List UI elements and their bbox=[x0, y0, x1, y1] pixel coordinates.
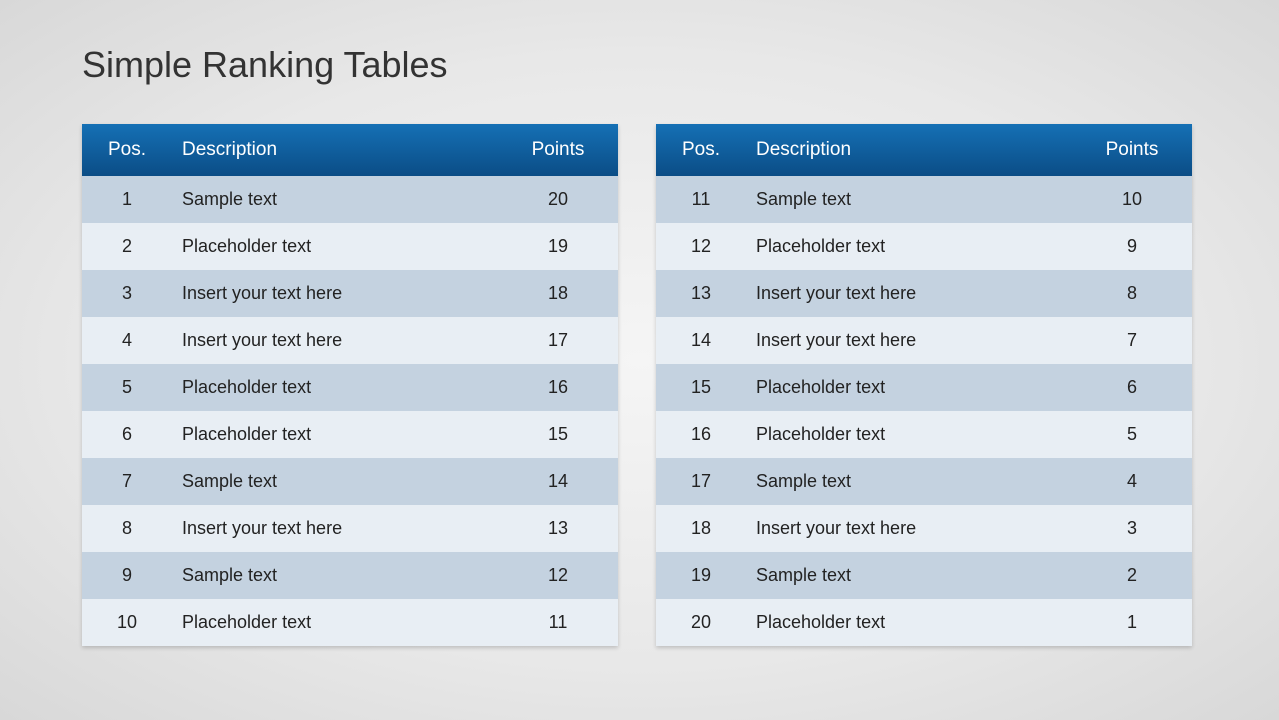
table-row: 14Insert your text here7 bbox=[656, 317, 1192, 364]
table-row: 11Sample text10 bbox=[656, 176, 1192, 223]
cell-desc: Sample text bbox=[746, 565, 1072, 586]
cell-desc: Sample text bbox=[172, 189, 498, 210]
cell-points: 18 bbox=[498, 283, 618, 304]
cell-pos: 7 bbox=[82, 471, 172, 492]
cell-points: 11 bbox=[498, 612, 618, 633]
cell-points: 7 bbox=[1072, 330, 1192, 351]
header-points: Points bbox=[1072, 139, 1192, 161]
cell-pos: 16 bbox=[656, 424, 746, 445]
cell-pos: 5 bbox=[82, 377, 172, 398]
table-row: 3Insert your text here18 bbox=[82, 270, 618, 317]
header-pos: Pos. bbox=[82, 139, 172, 161]
table-row: 10Placeholder text11 bbox=[82, 599, 618, 646]
cell-desc: Placeholder text bbox=[746, 377, 1072, 398]
cell-pos: 2 bbox=[82, 236, 172, 257]
table-row: 16Placeholder text5 bbox=[656, 411, 1192, 458]
table-row: 8Insert your text here13 bbox=[82, 505, 618, 552]
cell-desc: Sample text bbox=[746, 189, 1072, 210]
cell-points: 5 bbox=[1072, 424, 1192, 445]
table-row: 5Placeholder text16 bbox=[82, 364, 618, 411]
cell-desc: Insert your text here bbox=[172, 283, 498, 304]
cell-points: 17 bbox=[498, 330, 618, 351]
tables-container: Pos. Description Points 1Sample text20 2… bbox=[82, 124, 1192, 646]
cell-points: 15 bbox=[498, 424, 618, 445]
cell-desc: Placeholder text bbox=[172, 377, 498, 398]
table-row: 6Placeholder text15 bbox=[82, 411, 618, 458]
cell-points: 9 bbox=[1072, 236, 1192, 257]
cell-points: 14 bbox=[498, 471, 618, 492]
table-row: 2Placeholder text19 bbox=[82, 223, 618, 270]
cell-pos: 8 bbox=[82, 518, 172, 539]
cell-pos: 14 bbox=[656, 330, 746, 351]
cell-pos: 6 bbox=[82, 424, 172, 445]
header-desc: Description bbox=[746, 139, 1072, 161]
table-row: 13Insert your text here8 bbox=[656, 270, 1192, 317]
cell-points: 3 bbox=[1072, 518, 1192, 539]
cell-pos: 18 bbox=[656, 518, 746, 539]
cell-points: 8 bbox=[1072, 283, 1192, 304]
table-header: Pos. Description Points bbox=[82, 124, 618, 176]
cell-pos: 10 bbox=[82, 612, 172, 633]
table-row: 18Insert your text here3 bbox=[656, 505, 1192, 552]
cell-points: 10 bbox=[1072, 189, 1192, 210]
table-header: Pos. Description Points bbox=[656, 124, 1192, 176]
cell-pos: 12 bbox=[656, 236, 746, 257]
cell-pos: 19 bbox=[656, 565, 746, 586]
table-row: 20Placeholder text1 bbox=[656, 599, 1192, 646]
table-row: 7Sample text14 bbox=[82, 458, 618, 505]
slide-title: Simple Ranking Tables bbox=[82, 44, 448, 86]
cell-points: 16 bbox=[498, 377, 618, 398]
cell-desc: Insert your text here bbox=[172, 518, 498, 539]
cell-desc: Placeholder text bbox=[172, 612, 498, 633]
cell-points: 1 bbox=[1072, 612, 1192, 633]
cell-pos: 1 bbox=[82, 189, 172, 210]
ranking-table-left: Pos. Description Points 1Sample text20 2… bbox=[82, 124, 618, 646]
cell-desc: Insert your text here bbox=[746, 330, 1072, 351]
table-row: 9Sample text12 bbox=[82, 552, 618, 599]
cell-pos: 11 bbox=[656, 189, 746, 210]
table-row: 17Sample text4 bbox=[656, 458, 1192, 505]
cell-pos: 17 bbox=[656, 471, 746, 492]
cell-desc: Sample text bbox=[172, 471, 498, 492]
cell-desc: Sample text bbox=[172, 565, 498, 586]
cell-pos: 13 bbox=[656, 283, 746, 304]
table-row: 4Insert your text here17 bbox=[82, 317, 618, 364]
cell-points: 4 bbox=[1072, 471, 1192, 492]
table-row: 1Sample text20 bbox=[82, 176, 618, 223]
table-row: 12Placeholder text9 bbox=[656, 223, 1192, 270]
header-desc: Description bbox=[172, 139, 498, 161]
cell-points: 13 bbox=[498, 518, 618, 539]
cell-pos: 20 bbox=[656, 612, 746, 633]
cell-pos: 4 bbox=[82, 330, 172, 351]
cell-pos: 15 bbox=[656, 377, 746, 398]
cell-desc: Insert your text here bbox=[746, 283, 1072, 304]
cell-desc: Placeholder text bbox=[172, 236, 498, 257]
cell-desc: Sample text bbox=[746, 471, 1072, 492]
cell-points: 2 bbox=[1072, 565, 1192, 586]
cell-points: 6 bbox=[1072, 377, 1192, 398]
cell-points: 12 bbox=[498, 565, 618, 586]
ranking-table-right: Pos. Description Points 11Sample text10 … bbox=[656, 124, 1192, 646]
cell-desc: Insert your text here bbox=[172, 330, 498, 351]
table-row: 15Placeholder text6 bbox=[656, 364, 1192, 411]
table-row: 19Sample text2 bbox=[656, 552, 1192, 599]
header-points: Points bbox=[498, 139, 618, 161]
cell-desc: Insert your text here bbox=[746, 518, 1072, 539]
cell-points: 20 bbox=[498, 189, 618, 210]
cell-points: 19 bbox=[498, 236, 618, 257]
cell-pos: 9 bbox=[82, 565, 172, 586]
cell-desc: Placeholder text bbox=[746, 612, 1072, 633]
cell-desc: Placeholder text bbox=[746, 236, 1072, 257]
cell-desc: Placeholder text bbox=[746, 424, 1072, 445]
header-pos: Pos. bbox=[656, 139, 746, 161]
cell-desc: Placeholder text bbox=[172, 424, 498, 445]
cell-pos: 3 bbox=[82, 283, 172, 304]
